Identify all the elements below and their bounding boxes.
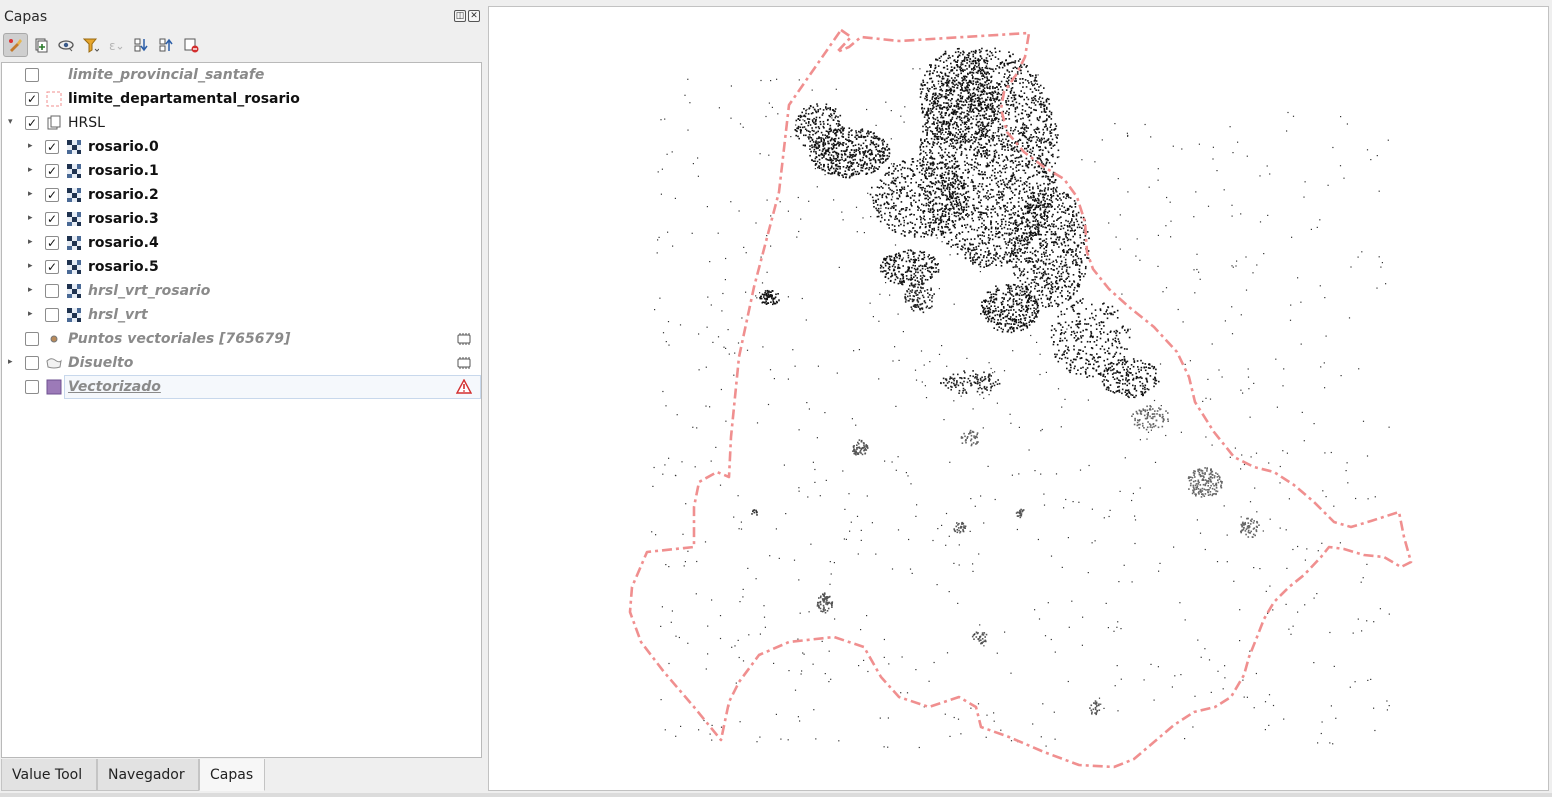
expand-arrow-icon[interactable]: ▸	[28, 285, 33, 295]
polygon-fill-grey-icon	[46, 355, 62, 371]
point-icon	[46, 331, 62, 347]
add-group-button[interactable]	[28, 33, 53, 57]
group-icon	[46, 115, 62, 131]
tab-navegador[interactable]: Navegador	[97, 759, 199, 791]
expand-arrow-icon[interactable]: ▸	[28, 237, 33, 247]
style-manager-icon	[8, 39, 22, 52]
layer-label: hrsl_vrt	[88, 307, 148, 323]
layer-row[interactable]: ▾ ✓ HRSL	[2, 111, 481, 135]
raster-icon	[66, 259, 82, 275]
close-panel-button[interactable]: ✕	[468, 10, 480, 22]
layer-visibility-checkbox[interactable]: ✓	[25, 92, 39, 106]
memory-layer-icon[interactable]	[456, 355, 472, 371]
layer-visibility-checkbox[interactable]: ✓	[25, 116, 39, 130]
warning-icon[interactable]	[455, 378, 473, 395]
polygon-outline-icon	[46, 91, 62, 107]
visibility-icon	[57, 40, 74, 52]
layer-row[interactable]: ▸ hrsl_vrt_rosario	[2, 279, 481, 303]
layer-row[interactable]: ✓ limite_departamental_rosario	[2, 87, 481, 111]
layer-label: rosario.4	[88, 235, 159, 251]
layer-visibility-checkbox[interactable]: ✓	[45, 140, 59, 154]
layer-label: HRSL	[68, 115, 105, 131]
layer-visibility-checkbox[interactable]: ✓	[45, 236, 59, 250]
layer-row[interactable]: ▸ ✓ rosario.4	[2, 231, 481, 255]
raster-icon	[66, 187, 82, 203]
expand-arrow-icon[interactable]: ▸	[8, 357, 13, 367]
layer-visibility-checkbox[interactable]: ✓	[45, 164, 59, 178]
tab-capas[interactable]: Capas	[199, 759, 265, 791]
layer-visibility-checkbox[interactable]	[45, 284, 59, 298]
expand-all-button[interactable]	[128, 33, 153, 57]
status-strip	[0, 793, 1552, 797]
raster-icon	[66, 163, 82, 179]
layer-visibility-checkbox[interactable]: ✓	[45, 188, 59, 202]
visibility-button[interactable]	[53, 33, 78, 57]
layer-visibility-checkbox[interactable]	[45, 308, 59, 322]
layer-label: limite_provincial_santafe	[68, 67, 265, 83]
layer-visibility-checkbox[interactable]	[25, 68, 39, 82]
layer-label: rosario.5	[88, 259, 159, 275]
filter-expression-icon: ε	[109, 39, 122, 53]
polygon-purple-icon	[46, 379, 62, 395]
layer-label: rosario.2	[88, 187, 159, 203]
collapse-all-icon	[159, 38, 173, 52]
expand-all-icon	[134, 38, 148, 52]
filter-legend-button[interactable]	[78, 33, 103, 57]
float-panel-button[interactable]: ◫	[454, 10, 466, 22]
layer-visibility-checkbox[interactable]	[25, 380, 39, 394]
layer-row[interactable]: ▸ ✓ rosario.5	[2, 255, 481, 279]
layer-label: rosario.0	[88, 139, 159, 155]
panel-title: Capas	[4, 9, 48, 25]
layers-toolbar: ε	[3, 33, 203, 57]
layer-label: Puntos vectoriales [765679]	[68, 331, 291, 347]
collapse-all-button[interactable]	[153, 33, 178, 57]
raster-icon	[66, 307, 82, 323]
style-manager-button[interactable]	[3, 33, 28, 57]
raster-icon	[66, 235, 82, 251]
layer-row[interactable]: ▸ hrsl_vrt	[2, 303, 481, 327]
layer-row[interactable]: limite_provincial_santafe	[2, 63, 481, 87]
tab-value-tool[interactable]: Value Tool	[1, 759, 97, 791]
layer-visibility-checkbox[interactable]	[25, 356, 39, 370]
expand-arrow-icon[interactable]: ▸	[28, 189, 33, 199]
layer-visibility-checkbox[interactable]	[25, 332, 39, 346]
filter-legend-icon	[82, 38, 99, 53]
remove-layer-icon	[184, 38, 198, 53]
layer-visibility-checkbox[interactable]: ✓	[45, 212, 59, 226]
raster-icon	[66, 211, 82, 227]
layer-row[interactable]: ▸ ✓ rosario.1	[2, 159, 481, 183]
filter-expression-button[interactable]: ε	[103, 33, 128, 57]
collapse-arrow-icon[interactable]: ▾	[8, 117, 13, 127]
layer-row[interactable]: ▸ Disuelto	[2, 351, 481, 375]
layers-panel: Capas ◫ ✕ ε limite_provincial_santafe ✓ li…	[0, 0, 485, 797]
memory-layer-icon[interactable]	[456, 331, 472, 347]
layer-label: Vectorizado	[68, 379, 161, 395]
expand-arrow-icon[interactable]: ▸	[28, 213, 33, 223]
svg-text:ε: ε	[109, 39, 116, 53]
layer-label: Disuelto	[68, 355, 134, 371]
layer-tree: limite_provincial_santafe ✓ limite_departa…	[1, 62, 482, 758]
hrsl-raster-pixels	[651, 47, 1390, 749]
layer-label: rosario.1	[88, 163, 159, 179]
add-group-icon	[35, 38, 47, 53]
map-canvas[interactable]	[488, 6, 1549, 791]
layer-label: rosario.3	[88, 211, 159, 227]
remove-layer-button[interactable]	[178, 33, 203, 57]
layer-label: hrsl_vrt_rosario	[88, 283, 211, 299]
map-svg[interactable]	[489, 7, 1548, 790]
expand-arrow-icon[interactable]: ▸	[28, 261, 33, 271]
layer-row[interactable]: ▸ ✓ rosario.2	[2, 183, 481, 207]
raster-icon	[66, 283, 82, 299]
dock-tabs: Value Tool Navegador Capas	[1, 759, 265, 791]
layer-row[interactable]: ▸ ✓ rosario.3	[2, 207, 481, 231]
layer-visibility-checkbox[interactable]: ✓	[45, 260, 59, 274]
expand-arrow-icon[interactable]: ▸	[28, 309, 33, 319]
layer-row[interactable]: ▸ ✓ rosario.0	[2, 135, 481, 159]
layer-row[interactable]: Puntos vectoriales [765679]	[2, 327, 481, 351]
raster-icon	[66, 139, 82, 155]
layer-row[interactable]: Vectorizado	[2, 375, 481, 399]
layer-label: limite_departamental_rosario	[68, 91, 300, 107]
expand-arrow-icon[interactable]: ▸	[28, 165, 33, 175]
expand-arrow-icon[interactable]: ▸	[28, 141, 33, 151]
